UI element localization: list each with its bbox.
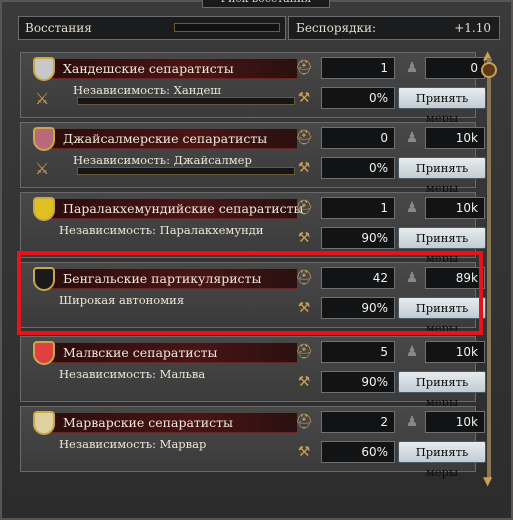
rebel-goal: Независимость: Паралакхемунди bbox=[59, 223, 264, 237]
rebel-units-icon: ⛑ bbox=[295, 130, 313, 146]
rebel-row: Малвские сепаратисты Независимость: Маль… bbox=[20, 336, 486, 409]
rebel-soldier-icon: ♟ bbox=[405, 130, 419, 146]
rebel-progress-icon: ⚒ bbox=[297, 374, 311, 390]
rebels-header-bar bbox=[174, 23, 280, 32]
take-action-button[interactable]: Принять меры bbox=[398, 441, 486, 479]
scrollbar[interactable]: ▲ ▼ bbox=[479, 48, 499, 488]
take-action-button[interactable]: Принять меры bbox=[398, 87, 486, 125]
rebel-units-icon: ⛑ bbox=[295, 344, 313, 360]
rebel-soldier-icon: ♟ bbox=[405, 414, 419, 430]
rebel-name-ribbon: Малвские сепаратисты bbox=[41, 343, 297, 363]
rebel-flag-icon bbox=[33, 411, 55, 435]
rebel-name: Марварские сепаратисты bbox=[63, 415, 234, 430]
rebel-name-ribbon: Хандешские сепаратисты bbox=[41, 59, 297, 79]
rebel-soldier-icon: ♟ bbox=[405, 200, 419, 216]
rebel-name: Малвские сепаратисты bbox=[63, 345, 218, 360]
rebel-size: 10k bbox=[425, 127, 485, 149]
rebel-size: 10k bbox=[425, 341, 485, 363]
rebel-weapon-icon: ⚔ bbox=[35, 159, 50, 178]
rebel-risk-panel: Риск восстания Восстания Беспорядки: +1.… bbox=[0, 0, 513, 520]
rebel-progress-bar bbox=[77, 97, 295, 105]
rebel-size: 10k bbox=[425, 197, 485, 219]
rebel-flag-icon bbox=[33, 341, 55, 365]
highlight-box bbox=[17, 251, 483, 335]
rebel-row: Паралакхемундийские сепаратисты Независи… bbox=[20, 192, 486, 265]
rebel-progress: 60% bbox=[321, 441, 395, 463]
rebel-count: 1 bbox=[321, 57, 395, 79]
rebel-flag-icon bbox=[33, 57, 55, 81]
rebel-goal: Независимость: Хандеш bbox=[73, 83, 221, 97]
rebel-progress: 0% bbox=[321, 87, 395, 109]
rebel-row: Марварские сепаратисты Независимость: Ма… bbox=[20, 406, 486, 479]
rebel-count: 5 bbox=[321, 341, 395, 363]
window-title: Риск восстания bbox=[202, 0, 330, 8]
rebel-name-ribbon: Джайсалмерские сепаратисты bbox=[41, 129, 297, 149]
rebel-progress-icon: ⚒ bbox=[297, 160, 311, 176]
rebel-name-ribbon: Паралакхемундийские сепаратисты bbox=[41, 199, 304, 219]
rebel-name-ribbon: Марварские сепаратисты bbox=[41, 413, 297, 433]
rebel-flag-icon bbox=[33, 127, 55, 151]
rebel-size: 0 bbox=[425, 57, 485, 79]
rebel-progress-icon: ⚒ bbox=[297, 90, 311, 106]
scroll-down-arrow-icon[interactable]: ▼ bbox=[483, 474, 492, 488]
scroll-thumb[interactable] bbox=[481, 62, 497, 78]
rebel-progress: 90% bbox=[321, 371, 395, 393]
rebel-name: Хандешские сепаратисты bbox=[63, 61, 234, 76]
take-action-button[interactable]: Принять меры bbox=[398, 157, 486, 195]
rebel-progress: 0% bbox=[321, 157, 395, 179]
rebel-progress: 90% bbox=[321, 227, 395, 249]
rebel-goal: Независимость: Джайсалмер bbox=[73, 153, 252, 167]
rebel-row: Джайсалмерские сепаратисты ⚔ Независимос… bbox=[20, 122, 486, 195]
rebel-count: 0 bbox=[321, 127, 395, 149]
rebel-units-icon: ⛑ bbox=[295, 414, 313, 430]
rebels-header: Восстания bbox=[18, 16, 286, 40]
rebel-goal: Независимость: Мальва bbox=[59, 367, 206, 381]
rebel-soldier-icon: ♟ bbox=[405, 344, 419, 360]
rebels-header-label: Восстания bbox=[25, 21, 92, 35]
rebel-size: 10k bbox=[425, 411, 485, 433]
unrest-label: Беспорядки: bbox=[296, 21, 377, 35]
rebel-flag-icon bbox=[33, 197, 55, 221]
rebel-name: Джайсалмерские сепаратисты bbox=[63, 131, 268, 146]
rebel-count: 2 bbox=[321, 411, 395, 433]
rebel-weapon-icon: ⚔ bbox=[35, 89, 50, 108]
rebel-progress-icon: ⚒ bbox=[297, 444, 311, 460]
rebel-units-icon: ⛑ bbox=[295, 60, 313, 76]
rebel-name: Паралакхемундийские сепаратисты bbox=[63, 201, 304, 216]
rebel-count: 1 bbox=[321, 197, 395, 219]
take-action-button[interactable]: Принять меры bbox=[398, 227, 486, 265]
rebel-row: Хандешские сепаратисты ⚔ Независимость: … bbox=[20, 52, 486, 125]
rebel-soldier-icon: ♟ bbox=[405, 60, 419, 76]
take-action-button[interactable]: Принять меры bbox=[398, 371, 486, 409]
rebel-units-icon: ⛑ bbox=[295, 200, 313, 216]
scroll-track[interactable] bbox=[487, 58, 491, 478]
rebel-goal: Независимость: Марвар bbox=[59, 437, 207, 451]
rebel-progress-icon: ⚒ bbox=[297, 230, 311, 246]
rebel-progress-bar bbox=[77, 167, 295, 175]
unrest-header: Беспорядки: +1.10 bbox=[288, 16, 500, 40]
unrest-value: +1.10 bbox=[454, 21, 491, 35]
